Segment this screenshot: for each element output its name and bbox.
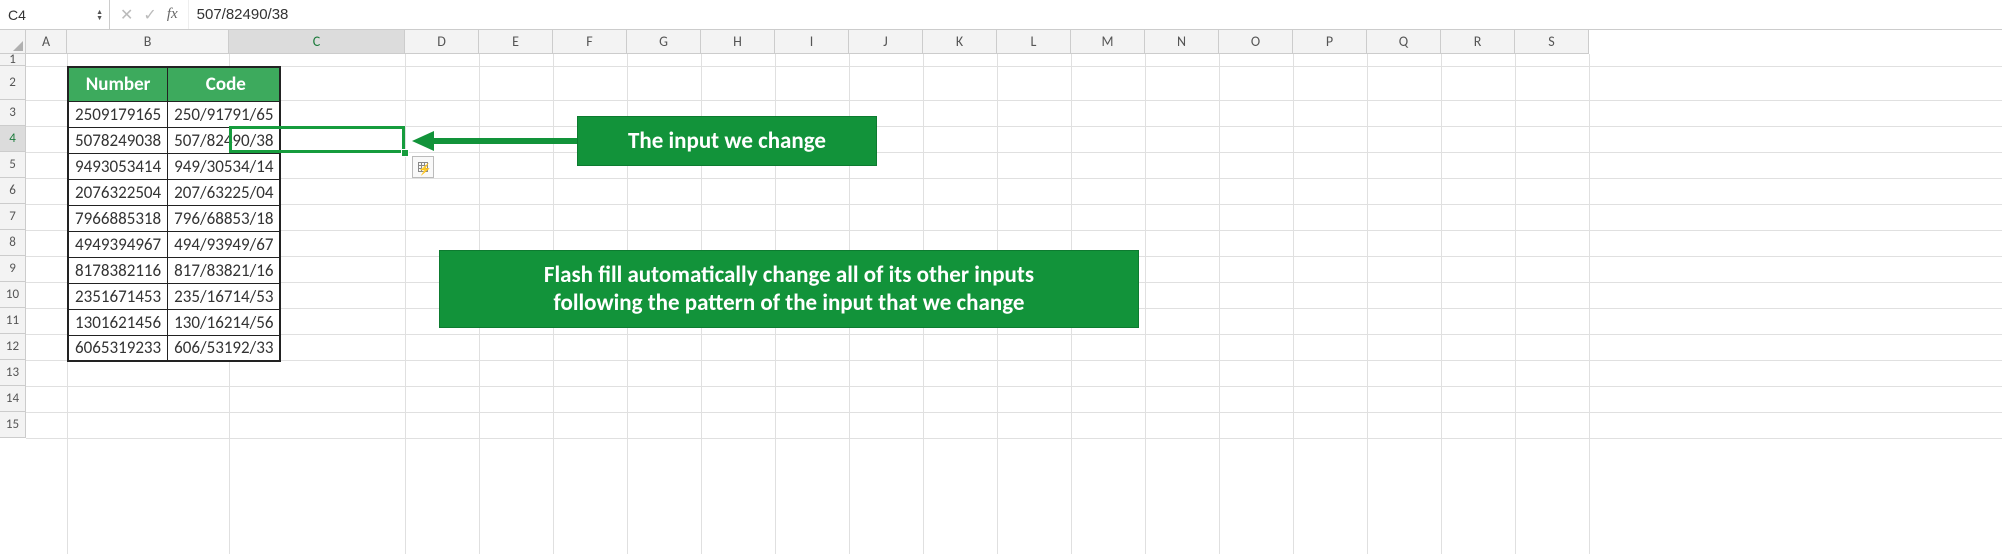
col-header-I[interactable]: I (775, 30, 849, 53)
row-header-9[interactable]: 9 (0, 256, 25, 282)
col-header-S[interactable]: S (1515, 30, 1589, 53)
cancel-icon[interactable]: ✕ (120, 5, 133, 25)
table-row: 2351671453235/16714/53 (68, 283, 280, 309)
spinner-down-icon[interactable]: ▼ (94, 15, 105, 21)
row-headers: 1 2 3 4 5 6 7 8 9 10 11 12 13 14 15 (0, 54, 26, 438)
cell-C12[interactable]: 606/53192/33 (168, 335, 281, 361)
col-header-R[interactable]: R (1441, 30, 1515, 53)
col-header-H[interactable]: H (701, 30, 775, 53)
table-header-number[interactable]: Number (68, 67, 168, 101)
row-header-6[interactable]: 6 (0, 178, 25, 204)
row-header-4[interactable]: 4 (0, 126, 25, 152)
lightning-icon: ⚡ (418, 163, 432, 176)
row-header-8[interactable]: 8 (0, 230, 25, 256)
col-header-P[interactable]: P (1293, 30, 1367, 53)
cell-C4[interactable]: 507/82490/38 (168, 127, 281, 153)
cell-B10[interactable]: 2351671453 (68, 283, 168, 309)
col-header-L[interactable]: L (997, 30, 1071, 53)
row-header-5[interactable]: 5 (0, 152, 25, 178)
table-row: 9493053414949/30534/14 (68, 153, 280, 179)
col-header-F[interactable]: F (553, 30, 627, 53)
row-header-7[interactable]: 7 (0, 204, 25, 230)
table-header-code[interactable]: Code (168, 67, 281, 101)
row-header-2[interactable]: 2 (0, 66, 25, 100)
col-header-E[interactable]: E (479, 30, 553, 53)
table-row: 1301621456130/16214/56 (68, 309, 280, 335)
callout-flashfill-explain: Flash fill automatically change all of i… (439, 250, 1139, 328)
column-headers: A B C D E F G H I J K L M N O P Q R S (26, 30, 1589, 54)
col-header-B[interactable]: B (67, 30, 229, 53)
table-row: 5078249038507/82490/38 (68, 127, 280, 153)
row-header-11[interactable]: 11 (0, 308, 25, 334)
row-header-3[interactable]: 3 (0, 100, 25, 126)
row-header-14[interactable]: 14 (0, 386, 25, 412)
cell-C8[interactable]: 494/93949/67 (168, 231, 281, 257)
confirm-icon[interactable]: ✓ (143, 5, 156, 25)
cell-B7[interactable]: 7966885318 (68, 205, 168, 231)
row-header-12[interactable]: 12 (0, 334, 25, 360)
callout-text-line2: following the pattern of the input that … (460, 289, 1118, 317)
cell-B9[interactable]: 8178382116 (68, 257, 168, 283)
cell-B6[interactable]: 2076322504 (68, 179, 168, 205)
row-header-13[interactable]: 13 (0, 360, 25, 386)
col-header-Q[interactable]: Q (1367, 30, 1441, 53)
cell-C7[interactable]: 796/68853/18 (168, 205, 281, 231)
formula-input[interactable] (189, 0, 2002, 29)
callout-text-line1: Flash fill automatically change all of i… (460, 261, 1118, 289)
row-header-15[interactable]: 15 (0, 412, 25, 438)
col-header-G[interactable]: G (627, 30, 701, 53)
callout-text: The input we change (628, 127, 826, 155)
col-header-A[interactable]: A (26, 30, 67, 53)
col-header-M[interactable]: M (1071, 30, 1145, 53)
col-header-N[interactable]: N (1145, 30, 1219, 53)
row-header-1[interactable]: 1 (0, 54, 25, 66)
name-box-container: ▲ ▼ (0, 0, 110, 29)
table-row: 4949394967494/93949/67 (68, 231, 280, 257)
table-row: 2509179165250/91791/65 (68, 101, 280, 127)
cell-C3[interactable]: 250/91791/65 (168, 101, 281, 127)
fill-handle[interactable] (401, 149, 409, 157)
cell-C9[interactable]: 817/83821/16 (168, 257, 281, 283)
flash-fill-options-button[interactable]: ⚡ (412, 156, 434, 178)
cell-C11[interactable]: 130/16214/56 (168, 309, 281, 335)
formula-bar-controls: ✕ ✓ fx (110, 0, 189, 29)
callout-input-change: The input we change (577, 116, 877, 166)
col-header-J[interactable]: J (849, 30, 923, 53)
col-header-D[interactable]: D (405, 30, 479, 53)
spreadsheet-grid: A B C D E F G H I J K L M N O P Q R S 1 … (0, 30, 2002, 554)
formula-bar: ▲ ▼ ✕ ✓ fx (0, 0, 2002, 30)
cell-C5[interactable]: 949/30534/14 (168, 153, 281, 179)
cell-B4[interactable]: 5078249038 (68, 127, 168, 153)
cell-B11[interactable]: 1301621456 (68, 309, 168, 335)
arrow-icon (410, 129, 580, 153)
table-row: 8178382116817/83821/16 (68, 257, 280, 283)
name-box-spinner[interactable]: ▲ ▼ (94, 9, 105, 21)
table-row: 6065319233606/53192/33 (68, 335, 280, 361)
col-header-K[interactable]: K (923, 30, 997, 53)
table-row: 2076322504207/63225/04 (68, 179, 280, 205)
cell-C6[interactable]: 207/63225/04 (168, 179, 281, 205)
grid-icon: ⚡ (418, 162, 428, 172)
col-header-O[interactable]: O (1219, 30, 1293, 53)
data-table: Number Code 2509179165250/91791/65 50782… (67, 66, 281, 362)
name-box[interactable] (4, 5, 64, 25)
cell-C10[interactable]: 235/16714/53 (168, 283, 281, 309)
cell-B3[interactable]: 2509179165 (68, 101, 168, 127)
cell-B5[interactable]: 9493053414 (68, 153, 168, 179)
cell-B12[interactable]: 6065319233 (68, 335, 168, 361)
table-row: 7966885318796/68853/18 (68, 205, 280, 231)
cell-B8[interactable]: 4949394967 (68, 231, 168, 257)
col-header-C[interactable]: C (229, 30, 405, 53)
row-header-10[interactable]: 10 (0, 282, 25, 308)
fx-icon[interactable]: fx (167, 6, 178, 23)
select-all-button[interactable] (0, 30, 26, 54)
